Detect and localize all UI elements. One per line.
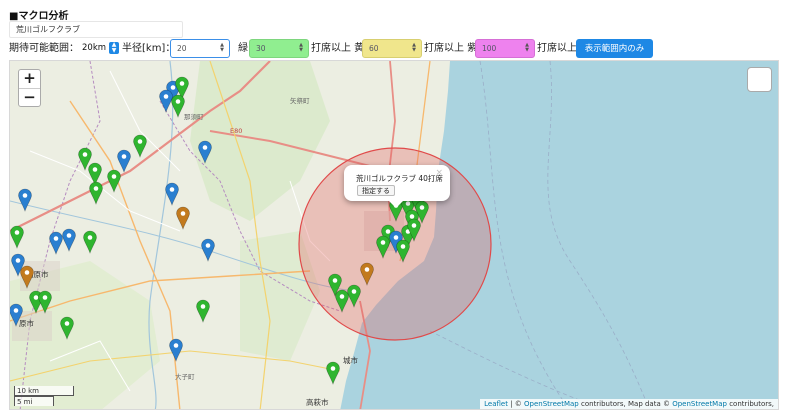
- golf-course-marker-green[interactable]: [133, 134, 147, 158]
- scale-bar: 10 km 5 mi: [14, 386, 74, 406]
- golf-course-marker-green[interactable]: [335, 289, 349, 313]
- golf-course-marker-blue[interactable]: [62, 228, 76, 252]
- zoom-in-button[interactable]: +: [19, 70, 40, 88]
- radius-input-value: 20: [177, 44, 187, 53]
- popup-text: 荒川ゴルフクラブ 40打席: [356, 174, 443, 183]
- golf-course-marker-blue[interactable]: [10, 303, 23, 327]
- green-threshold-value: 30: [256, 44, 266, 53]
- attribution-text: contributors,: [726, 400, 774, 408]
- radius-input[interactable]: 20 ▲ ▼: [170, 39, 230, 58]
- golf-course-marker-green[interactable]: [60, 316, 74, 340]
- range-select-value: 20km: [82, 43, 107, 53]
- golf-course-marker-green[interactable]: [376, 235, 390, 259]
- golf-course-marker-blue[interactable]: [159, 89, 173, 113]
- violet-label: 打席以上 紫: [424, 43, 478, 54]
- leaflet-link[interactable]: Leaflet: [484, 400, 508, 408]
- scale-km: 10 km: [14, 386, 74, 396]
- markers-layer: [10, 76, 429, 385]
- map-attribution: Leaflet | © OpenStreetMap contributors, …: [480, 399, 778, 409]
- attribution-text: contributors, Map data ©: [578, 400, 673, 408]
- visible-range-only-button[interactable]: 表示範囲内のみ: [576, 39, 653, 58]
- golf-course-marker-blue[interactable]: [18, 188, 32, 212]
- spinner-icon[interactable]: ▲ ▼: [219, 43, 225, 54]
- spinner-icon[interactable]: ▲ ▼: [298, 43, 304, 54]
- attribution-text: | ©: [507, 400, 524, 408]
- select-course-button[interactable]: 指定する: [357, 185, 395, 196]
- layer-control-button[interactable]: [747, 67, 772, 92]
- spinner-icon[interactable]: ▲ ▼: [524, 43, 530, 54]
- golf-course-marker-green[interactable]: [83, 230, 97, 254]
- golf-course-marker-green[interactable]: [347, 284, 361, 308]
- golf-course-marker-green[interactable]: [396, 239, 410, 263]
- section-title: ■マクロ分析: [9, 11, 69, 22]
- green-threshold-input[interactable]: 30 ▲ ▼: [249, 39, 309, 58]
- golf-course-marker-blue[interactable]: [169, 338, 183, 362]
- radius-label: 半径[km]：: [122, 43, 176, 54]
- osm-link[interactable]: OpenStreetMap: [524, 400, 579, 408]
- range-label: 期待可能範囲：: [9, 43, 79, 54]
- scale-mi: 5 mi: [14, 396, 54, 406]
- zoom-out-button[interactable]: −: [19, 88, 40, 106]
- yellow-threshold-value: 60: [369, 44, 379, 53]
- popup-close-icon[interactable]: ×: [435, 168, 443, 178]
- golf-course-marker-orange[interactable]: [360, 262, 374, 286]
- select-arrows-icon: ▲ ▼: [109, 42, 119, 54]
- golf-course-marker-blue[interactable]: [49, 231, 63, 255]
- golf-course-marker-green[interactable]: [89, 181, 103, 205]
- course-popup: 荒川ゴルフクラブ 40打席 指定する ×: [344, 165, 450, 208]
- golf-course-marker-green[interactable]: [107, 169, 121, 193]
- green-label: 緑: [238, 43, 248, 54]
- yellow-threshold-input[interactable]: 60 ▲ ▼: [362, 39, 422, 58]
- golf-course-marker-green[interactable]: [196, 299, 210, 323]
- zoom-control: + −: [18, 69, 41, 107]
- golf-course-marker-green[interactable]: [326, 361, 340, 385]
- filter-controls: 期待可能範囲： 20km ▲ ▼ 半径[km]： 20 ▲ ▼ 緑 30 ▲ ▼ 打席…: [0, 39, 788, 58]
- golf-course-marker-green[interactable]: [171, 94, 185, 118]
- golf-course-marker-orange[interactable]: [20, 265, 34, 289]
- range-select[interactable]: 20km ▲ ▼: [82, 41, 119, 56]
- violet-suffix-label: 打席以上: [537, 43, 577, 54]
- yellow-label: 打席以上 黄: [311, 43, 365, 54]
- osm-link[interactable]: OpenStreetMap: [672, 400, 727, 408]
- golf-course-marker-green[interactable]: [10, 225, 24, 249]
- golf-course-marker-blue[interactable]: [117, 149, 131, 173]
- golf-course-marker-blue[interactable]: [165, 182, 179, 206]
- map-view[interactable]: 塩原市 原市 城市 高萩市 那須町 大子町 矢祭町 E80 + − 荒川ゴルフク…: [9, 60, 779, 410]
- spinner-icon[interactable]: ▲ ▼: [411, 43, 417, 54]
- violet-threshold-value: 100: [482, 44, 497, 53]
- golf-course-marker-green[interactable]: [88, 162, 102, 186]
- golf-course-marker-orange[interactable]: [176, 206, 190, 230]
- golf-course-marker-blue[interactable]: [198, 140, 212, 164]
- course-name-field[interactable]: 荒川ゴルフクラブ: [9, 21, 183, 38]
- golf-course-marker-blue[interactable]: [201, 238, 215, 262]
- golf-course-marker-green[interactable]: [38, 290, 52, 314]
- violet-threshold-input[interactable]: 100 ▲ ▼: [475, 39, 535, 58]
